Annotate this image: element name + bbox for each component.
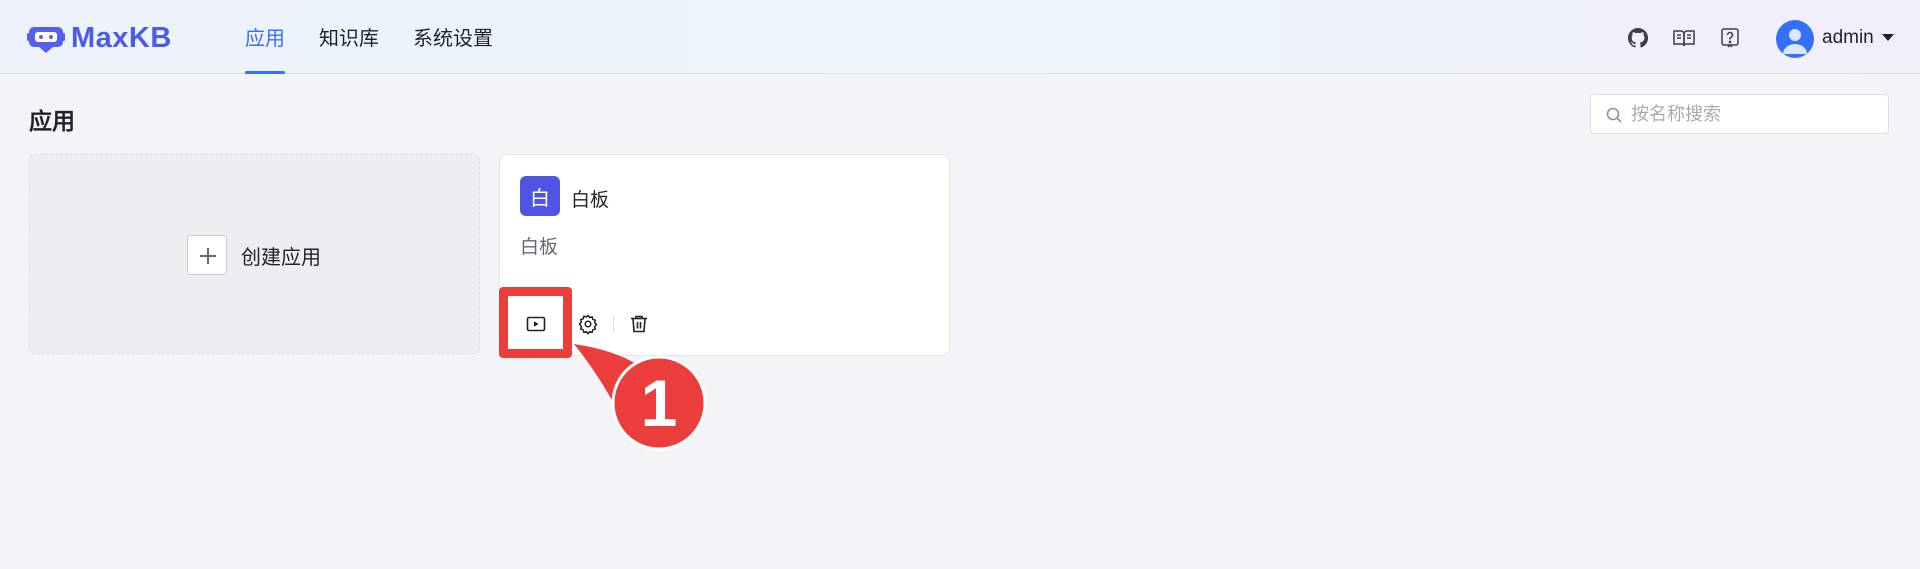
book-icon[interactable] <box>1672 26 1696 50</box>
main-nav: 应用 知识库 系统设置 <box>245 0 527 74</box>
create-app-content: 创建应用 <box>187 235 321 275</box>
user-name[interactable]: admin <box>1822 27 1874 49</box>
logo[interactable]: MaxKB <box>27 22 172 55</box>
brand-name: MaxKB <box>71 22 172 54</box>
annotation-number: 1 <box>641 366 678 440</box>
create-app-label: 创建应用 <box>241 246 321 269</box>
help-icon[interactable] <box>1718 26 1742 50</box>
create-app-card[interactable]: 创建应用 <box>29 154 480 354</box>
app-name: 白板 <box>571 190 610 211</box>
page-title: 应用 <box>29 108 75 134</box>
plus-icon <box>187 235 227 275</box>
app-avatar: 白 <box>520 176 560 216</box>
header-icon-group <box>1604 26 1742 50</box>
app-description: 白板 <box>520 237 559 258</box>
search-box[interactable] <box>1590 94 1889 134</box>
user-avatar-icon[interactable] <box>1776 20 1814 58</box>
nav-item-knowledge-base[interactable]: 知识库 <box>319 0 379 74</box>
nav-item-system-settings[interactable]: 系统设置 <box>413 0 493 74</box>
nav-item-apps[interactable]: 应用 <box>245 0 285 74</box>
annotation-callout: 1 <box>574 344 707 451</box>
trash-icon[interactable] <box>628 313 650 335</box>
action-divider <box>613 316 614 332</box>
search-input[interactable] <box>1631 95 1881 133</box>
top-navigation-bar: MaxKB 应用 知识库 系统设置 admin <box>0 0 1920 74</box>
github-icon[interactable] <box>1626 26 1650 50</box>
chevron-down-icon[interactable] <box>1882 34 1894 41</box>
gear-icon[interactable] <box>577 313 599 335</box>
robot-logo-icon <box>27 26 65 53</box>
search-icon <box>1606 107 1622 123</box>
